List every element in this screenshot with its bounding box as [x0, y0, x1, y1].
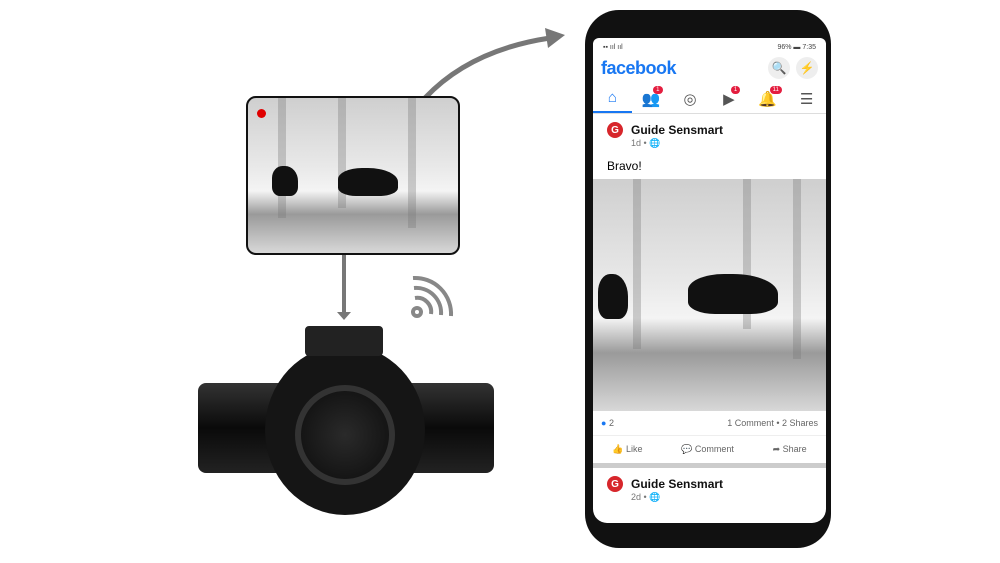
- tab-notifications[interactable]: 🔔 11: [748, 84, 787, 113]
- tab-watch[interactable]: ▶ 1: [709, 84, 748, 113]
- groups-icon: ◎: [683, 90, 697, 108]
- post-time[interactable]: 2d: [631, 492, 641, 502]
- wifi-icon: [411, 275, 454, 318]
- tab-home[interactable]: ⌂: [593, 84, 632, 113]
- share-arrow: [337, 28, 565, 320]
- like-count[interactable]: 2: [609, 418, 614, 428]
- comment-button[interactable]: 💬 Comment: [681, 444, 734, 455]
- globe-icon: 🌐: [649, 138, 661, 148]
- phone-screen: ▪▪ ııl ııl 96% ▬ 7:35 facebook 🔍 ⚡ ⌂ 👥 1 ◎ …: [593, 38, 826, 523]
- menu-icon: ☰: [799, 90, 814, 108]
- nav-tabs: ⌂ 👥 1 ◎ ▶ 1 🔔 11 ☰: [593, 84, 826, 114]
- scope-lens: [295, 385, 395, 485]
- record-dot: [257, 109, 266, 118]
- post-author[interactable]: Guide Sensmart: [631, 477, 723, 491]
- post-time[interactable]: 1d: [631, 138, 641, 148]
- home-icon: ⌂: [607, 89, 617, 106]
- like-button[interactable]: 👍 Like: [612, 444, 642, 455]
- scope-mount: [305, 326, 383, 356]
- status-bar: ▪▪ ııl ııl 96% ▬ 7:35: [603, 43, 816, 51]
- facebook-logo[interactable]: facebook: [601, 58, 677, 79]
- share-button[interactable]: ➦ Share: [773, 444, 807, 455]
- author-avatar[interactable]: G: [607, 476, 623, 492]
- post-stats[interactable]: 1 Comment • 2 Shares: [727, 418, 818, 428]
- messenger-icon[interactable]: ⚡: [796, 57, 818, 79]
- scope-display: [246, 96, 460, 255]
- post-image[interactable]: [593, 179, 826, 411]
- tab-groups[interactable]: ◎: [671, 84, 710, 113]
- like-reaction-icon: ●: [601, 418, 607, 428]
- search-icon[interactable]: 🔍: [768, 57, 790, 79]
- post-author[interactable]: Guide Sensmart: [631, 123, 723, 137]
- author-avatar[interactable]: G: [607, 122, 623, 138]
- tab-menu[interactable]: ☰: [787, 84, 826, 113]
- tab-friends[interactable]: 👥 1: [632, 84, 671, 113]
- post-text: Bravo!: [607, 159, 642, 173]
